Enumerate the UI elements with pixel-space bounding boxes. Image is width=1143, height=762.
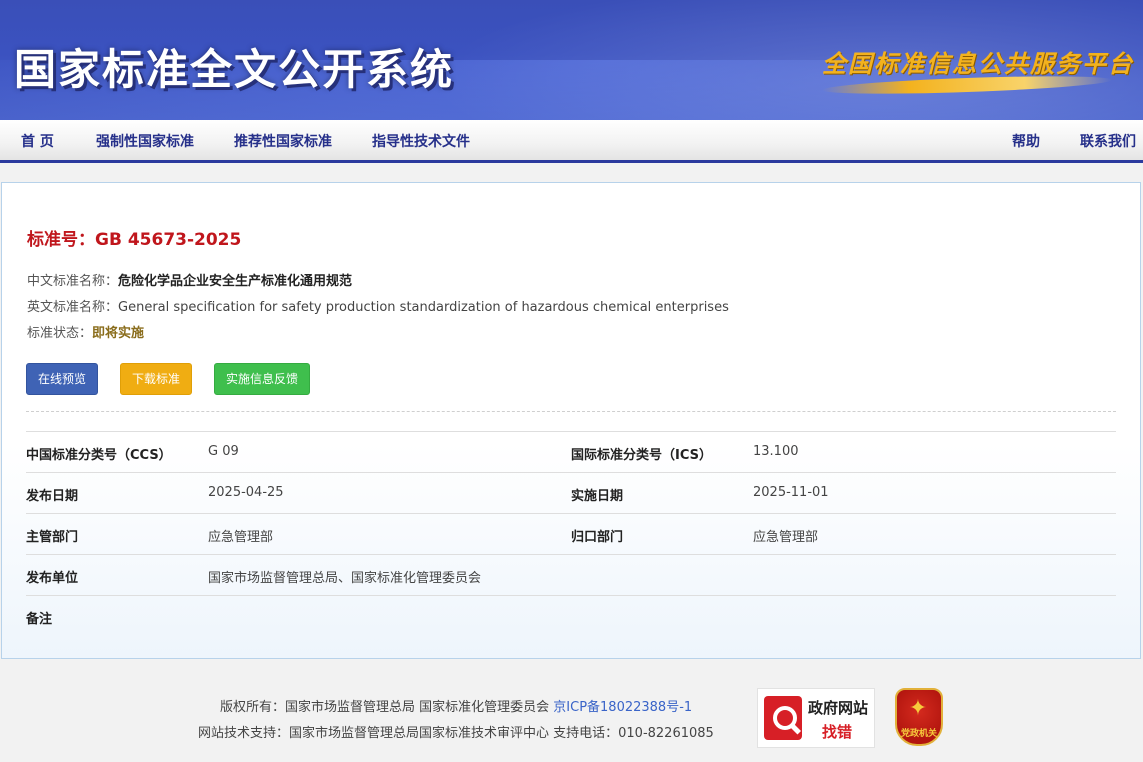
cn-name-label: 中文标准名称： — [27, 274, 119, 289]
owner-dept-label: 归口部门 — [571, 530, 624, 545]
standard-detail-panel: 标准号：GB 45673-2025 中文标准名称：危险化学品企业安全生产标准化通… — [1, 182, 1141, 659]
cn-name-value: 危险化学品企业安全生产标准化通用规范 — [118, 274, 353, 289]
status-label: 标准状态： — [27, 326, 93, 341]
publisher-label: 发布单位 — [26, 571, 79, 586]
table-row: 中国标准分类号（CCS） G 09 国际标准分类号（ICS） 13.100 — [26, 431, 1116, 473]
status-value: 即将实施 — [92, 326, 145, 341]
publisher-value: 国家市场监督管理总局、国家标准化管理委员会 — [208, 571, 482, 586]
nav-recommended-standards[interactable]: 推荐性国家标准 — [234, 131, 332, 151]
ccs-value: G 09 — [208, 444, 239, 459]
nav-help[interactable]: 帮助 — [1012, 131, 1040, 151]
cn-name-row: 中文标准名称：危险化学品企业安全生产标准化通用规范 — [27, 270, 352, 289]
gov-badge-subtitle: 找错 — [822, 723, 853, 741]
en-name-label: 英文标准名称： — [27, 300, 119, 315]
main-nav: 首 页 强制性国家标准 推荐性国家标准 指导性技术文件 帮助 联系我们 — [0, 120, 1143, 163]
ccs-label: 中国标准分类号（CCS） — [26, 448, 172, 463]
table-row: 备注 — [26, 595, 1116, 637]
magnifier-icon — [764, 696, 802, 740]
en-name-row: 英文标准名称：General specification for safety … — [27, 296, 729, 315]
dept-label: 主管部门 — [26, 530, 79, 545]
ics-label: 国际标准分类号（ICS） — [571, 448, 712, 463]
gov-site-error-report-badge[interactable]: 政府网站 找错 — [757, 688, 875, 748]
standard-number: 标准号：GB 45673-2025 — [27, 230, 242, 250]
footer-support: 网站技术支持：国家市场监督管理总局国家标准技术审评中心 支持电话：010-822… — [198, 726, 714, 741]
nav-home[interactable]: 首 页 — [21, 131, 54, 151]
party-badge-caption: 党政机关 — [900, 729, 937, 739]
dept-value: 应急管理部 — [208, 530, 274, 545]
header-banner: 国家标准全文公开系统 全国标准信息公共服务平台 — [0, 0, 1143, 120]
pub-date-label: 发布日期 — [26, 489, 79, 504]
site-title: 国家标准全文公开系统 — [14, 45, 455, 94]
divider — [26, 411, 1116, 412]
party-government-badge[interactable]: ✦ 党政机关 — [893, 688, 945, 746]
nav-contact[interactable]: 联系我们 — [1080, 131, 1136, 151]
download-standard-button[interactable]: 下载标准 — [120, 363, 192, 395]
nav-guidance-documents[interactable]: 指导性技术文件 — [372, 131, 470, 151]
platform-slogan: 全国标准信息公共服务平台 — [822, 49, 1134, 78]
table-row: 发布日期 2025-04-25 实施日期 2025-11-01 — [26, 472, 1116, 514]
nav-mandatory-standards[interactable]: 强制性国家标准 — [96, 131, 194, 151]
status-row: 标准状态：即将实施 — [27, 322, 144, 341]
impl-date-value: 2025-11-01 — [753, 485, 829, 500]
feedback-button[interactable]: 实施信息反馈 — [214, 363, 310, 395]
table-row: 主管部门 应急管理部 归口部门 应急管理部 — [26, 513, 1116, 555]
impl-date-label: 实施日期 — [571, 489, 624, 504]
ics-value: 13.100 — [753, 444, 799, 459]
remark-label: 备注 — [26, 612, 53, 627]
icp-link[interactable]: 京ICP备18022388号-1 — [553, 700, 692, 715]
gov-badge-title: 政府网站 — [808, 699, 869, 717]
pub-date-value: 2025-04-25 — [208, 485, 284, 500]
owner-dept-value: 应急管理部 — [753, 530, 819, 545]
copyright-text: 版权所有：国家市场监督管理总局 国家标准化管理委员会 — [220, 700, 550, 715]
footer-copyright: 版权所有：国家市场监督管理总局 国家标准化管理委员会 京ICP备18022388… — [220, 696, 692, 715]
online-preview-button[interactable]: 在线预览 — [26, 363, 98, 395]
emblem-icon: ✦ — [908, 696, 928, 721]
en-name-value: General specification for safety product… — [118, 300, 729, 315]
table-row: 发布单位 国家市场监督管理总局、国家标准化管理委员会 — [26, 554, 1116, 596]
